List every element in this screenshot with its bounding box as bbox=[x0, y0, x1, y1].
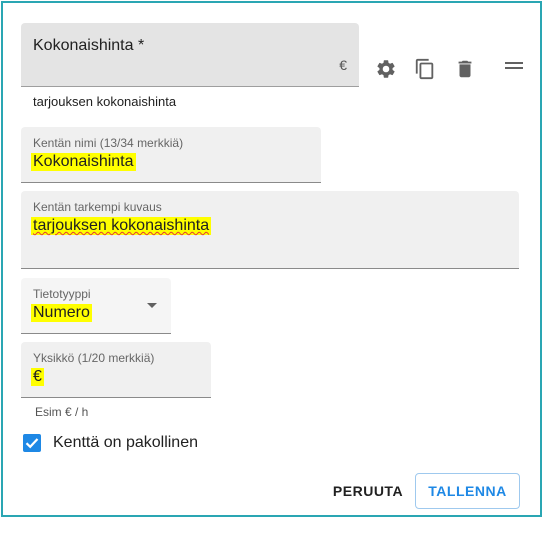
field-editor-dialog: Kokonaishinta * € tarjouksen kokonaishin… bbox=[1, 1, 542, 517]
field-description-value[interactable]: tarjouksen kokonaishinta bbox=[31, 217, 212, 235]
unit-label: Yksikkö (1/20 merkkiä) bbox=[33, 351, 155, 365]
required-checkbox[interactable] bbox=[23, 434, 41, 452]
unit-value[interactable]: € bbox=[31, 368, 44, 386]
field-name-input[interactable]: Kentän nimi (13/34 merkkiä) Kokonaishint… bbox=[21, 127, 321, 183]
gear-icon[interactable] bbox=[373, 56, 399, 82]
data-type-select[interactable]: Tietotyyppi Numero bbox=[21, 278, 171, 334]
field-description-label: Kentän tarkempi kuvaus bbox=[33, 200, 162, 214]
data-type-label: Tietotyyppi bbox=[33, 287, 91, 301]
copy-icon[interactable] bbox=[412, 55, 438, 83]
field-name-value[interactable]: Kokonaishinta bbox=[31, 153, 136, 171]
preview-helper-text: tarjouksen kokonaishinta bbox=[33, 94, 177, 109]
field-name-label: Kentän nimi (13/34 merkkiä) bbox=[33, 136, 184, 150]
trash-icon[interactable] bbox=[453, 56, 477, 82]
save-button[interactable]: TALLENNA bbox=[415, 473, 520, 509]
field-preview-input[interactable]: Kokonaishinta * € bbox=[21, 23, 359, 87]
drag-handle-icon[interactable] bbox=[503, 58, 525, 74]
unit-input[interactable]: Yksikkö (1/20 merkkiä) € bbox=[21, 342, 211, 398]
cancel-button[interactable]: PERUUTA bbox=[329, 474, 407, 508]
preview-label: Kokonaishinta * bbox=[33, 37, 145, 54]
unit-helper-text: Esim € / h bbox=[35, 405, 89, 419]
data-type-value: Numero bbox=[31, 304, 92, 322]
currency-suffix: € bbox=[339, 57, 347, 73]
checkmark-icon bbox=[25, 438, 39, 449]
required-checkbox-label[interactable]: Kenttä on pakollinen bbox=[53, 434, 198, 452]
chevron-down-icon[interactable] bbox=[147, 303, 157, 308]
field-description-textarea[interactable]: Kentän tarkempi kuvaus tarjouksen kokona… bbox=[21, 191, 519, 269]
